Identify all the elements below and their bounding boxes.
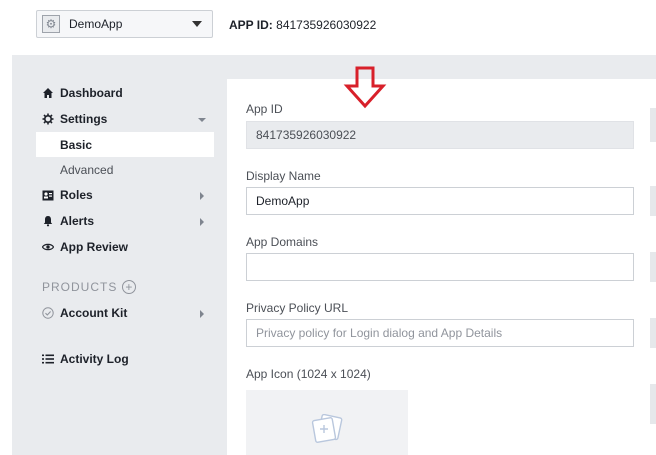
eye-icon bbox=[42, 241, 54, 253]
sidebar-item-label: App Review bbox=[60, 240, 129, 254]
sidebar-item-settings[interactable]: Settings bbox=[36, 106, 214, 132]
app-domains-field[interactable] bbox=[246, 253, 634, 281]
right-panel-edge bbox=[650, 384, 656, 424]
roles-icon bbox=[42, 189, 54, 201]
app-icon-label: App Icon (1024 x 1024) bbox=[246, 367, 371, 381]
privacy-policy-field[interactable]: Privacy policy for Login dialog and App … bbox=[246, 319, 634, 347]
app-id-header-label: APP ID: bbox=[229, 18, 273, 32]
sidebar-item-label: Settings bbox=[60, 112, 108, 126]
check-circle-icon bbox=[42, 307, 54, 319]
chevron-down-icon bbox=[198, 118, 206, 122]
app-gear-icon: ⚙ bbox=[42, 15, 60, 33]
sidebar-item-roles[interactable]: Roles bbox=[36, 182, 214, 208]
app-domains-label: App Domains bbox=[246, 235, 319, 249]
right-panel-edge bbox=[650, 108, 656, 142]
settings-panel: App ID 841735926030922 Display Name Demo… bbox=[227, 79, 656, 455]
sidebar-item-label: Roles bbox=[60, 188, 93, 202]
sidebar-item-label: Activity Log bbox=[60, 352, 129, 366]
sidebar: Dashboard Settings Basic Advanced Roles … bbox=[36, 80, 214, 372]
sidebar-item-app-review[interactable]: App Review bbox=[36, 234, 214, 260]
right-panel-edge bbox=[650, 318, 656, 348]
chevron-down-icon bbox=[192, 21, 202, 27]
sidebar-item-advanced[interactable]: Advanced bbox=[36, 157, 214, 182]
app-id-header: APP ID: 841735926030922 bbox=[229, 18, 376, 32]
app-id-header-value: 841735926030922 bbox=[276, 18, 377, 32]
down-arrow-annotation-icon bbox=[343, 66, 387, 113]
sidebar-item-label: Alerts bbox=[60, 214, 95, 228]
right-panel-edge bbox=[650, 186, 656, 216]
app-id-field: 841735926030922 bbox=[246, 121, 634, 149]
products-header: PRODUCTS + bbox=[36, 274, 214, 300]
gear-icon bbox=[42, 113, 54, 125]
image-placeholder-icon bbox=[310, 413, 344, 447]
sidebar-item-dashboard[interactable]: Dashboard bbox=[36, 80, 214, 106]
chevron-right-icon bbox=[200, 192, 204, 200]
home-icon bbox=[42, 87, 54, 99]
sidebar-item-activity-log[interactable]: Activity Log bbox=[36, 346, 214, 372]
chevron-right-icon bbox=[200, 218, 204, 226]
right-panel-edge bbox=[650, 252, 656, 282]
app-id-label: App ID bbox=[246, 102, 283, 116]
top-bar: ⚙ DemoApp APP ID: 841735926030922 bbox=[0, 0, 656, 55]
sidebar-item-basic[interactable]: Basic bbox=[36, 132, 214, 157]
chevron-right-icon bbox=[200, 310, 204, 318]
products-label: PRODUCTS bbox=[42, 280, 118, 294]
app-selector-dropdown[interactable]: ⚙ DemoApp bbox=[36, 10, 213, 38]
app-icon-upload[interactable] bbox=[246, 390, 408, 455]
sidebar-item-label: Dashboard bbox=[60, 86, 123, 100]
sidebar-item-account-kit[interactable]: Account Kit bbox=[36, 300, 214, 326]
display-name-label: Display Name bbox=[246, 169, 321, 183]
app-name: DemoApp bbox=[69, 17, 123, 31]
list-icon bbox=[42, 353, 54, 365]
add-product-icon[interactable]: + bbox=[122, 280, 137, 294]
sidebar-item-alerts[interactable]: Alerts bbox=[36, 208, 214, 234]
display-name-field[interactable]: DemoApp bbox=[246, 187, 634, 215]
privacy-policy-label: Privacy Policy URL bbox=[246, 301, 349, 315]
bell-icon bbox=[42, 215, 54, 227]
sidebar-item-label: Account Kit bbox=[60, 306, 128, 320]
